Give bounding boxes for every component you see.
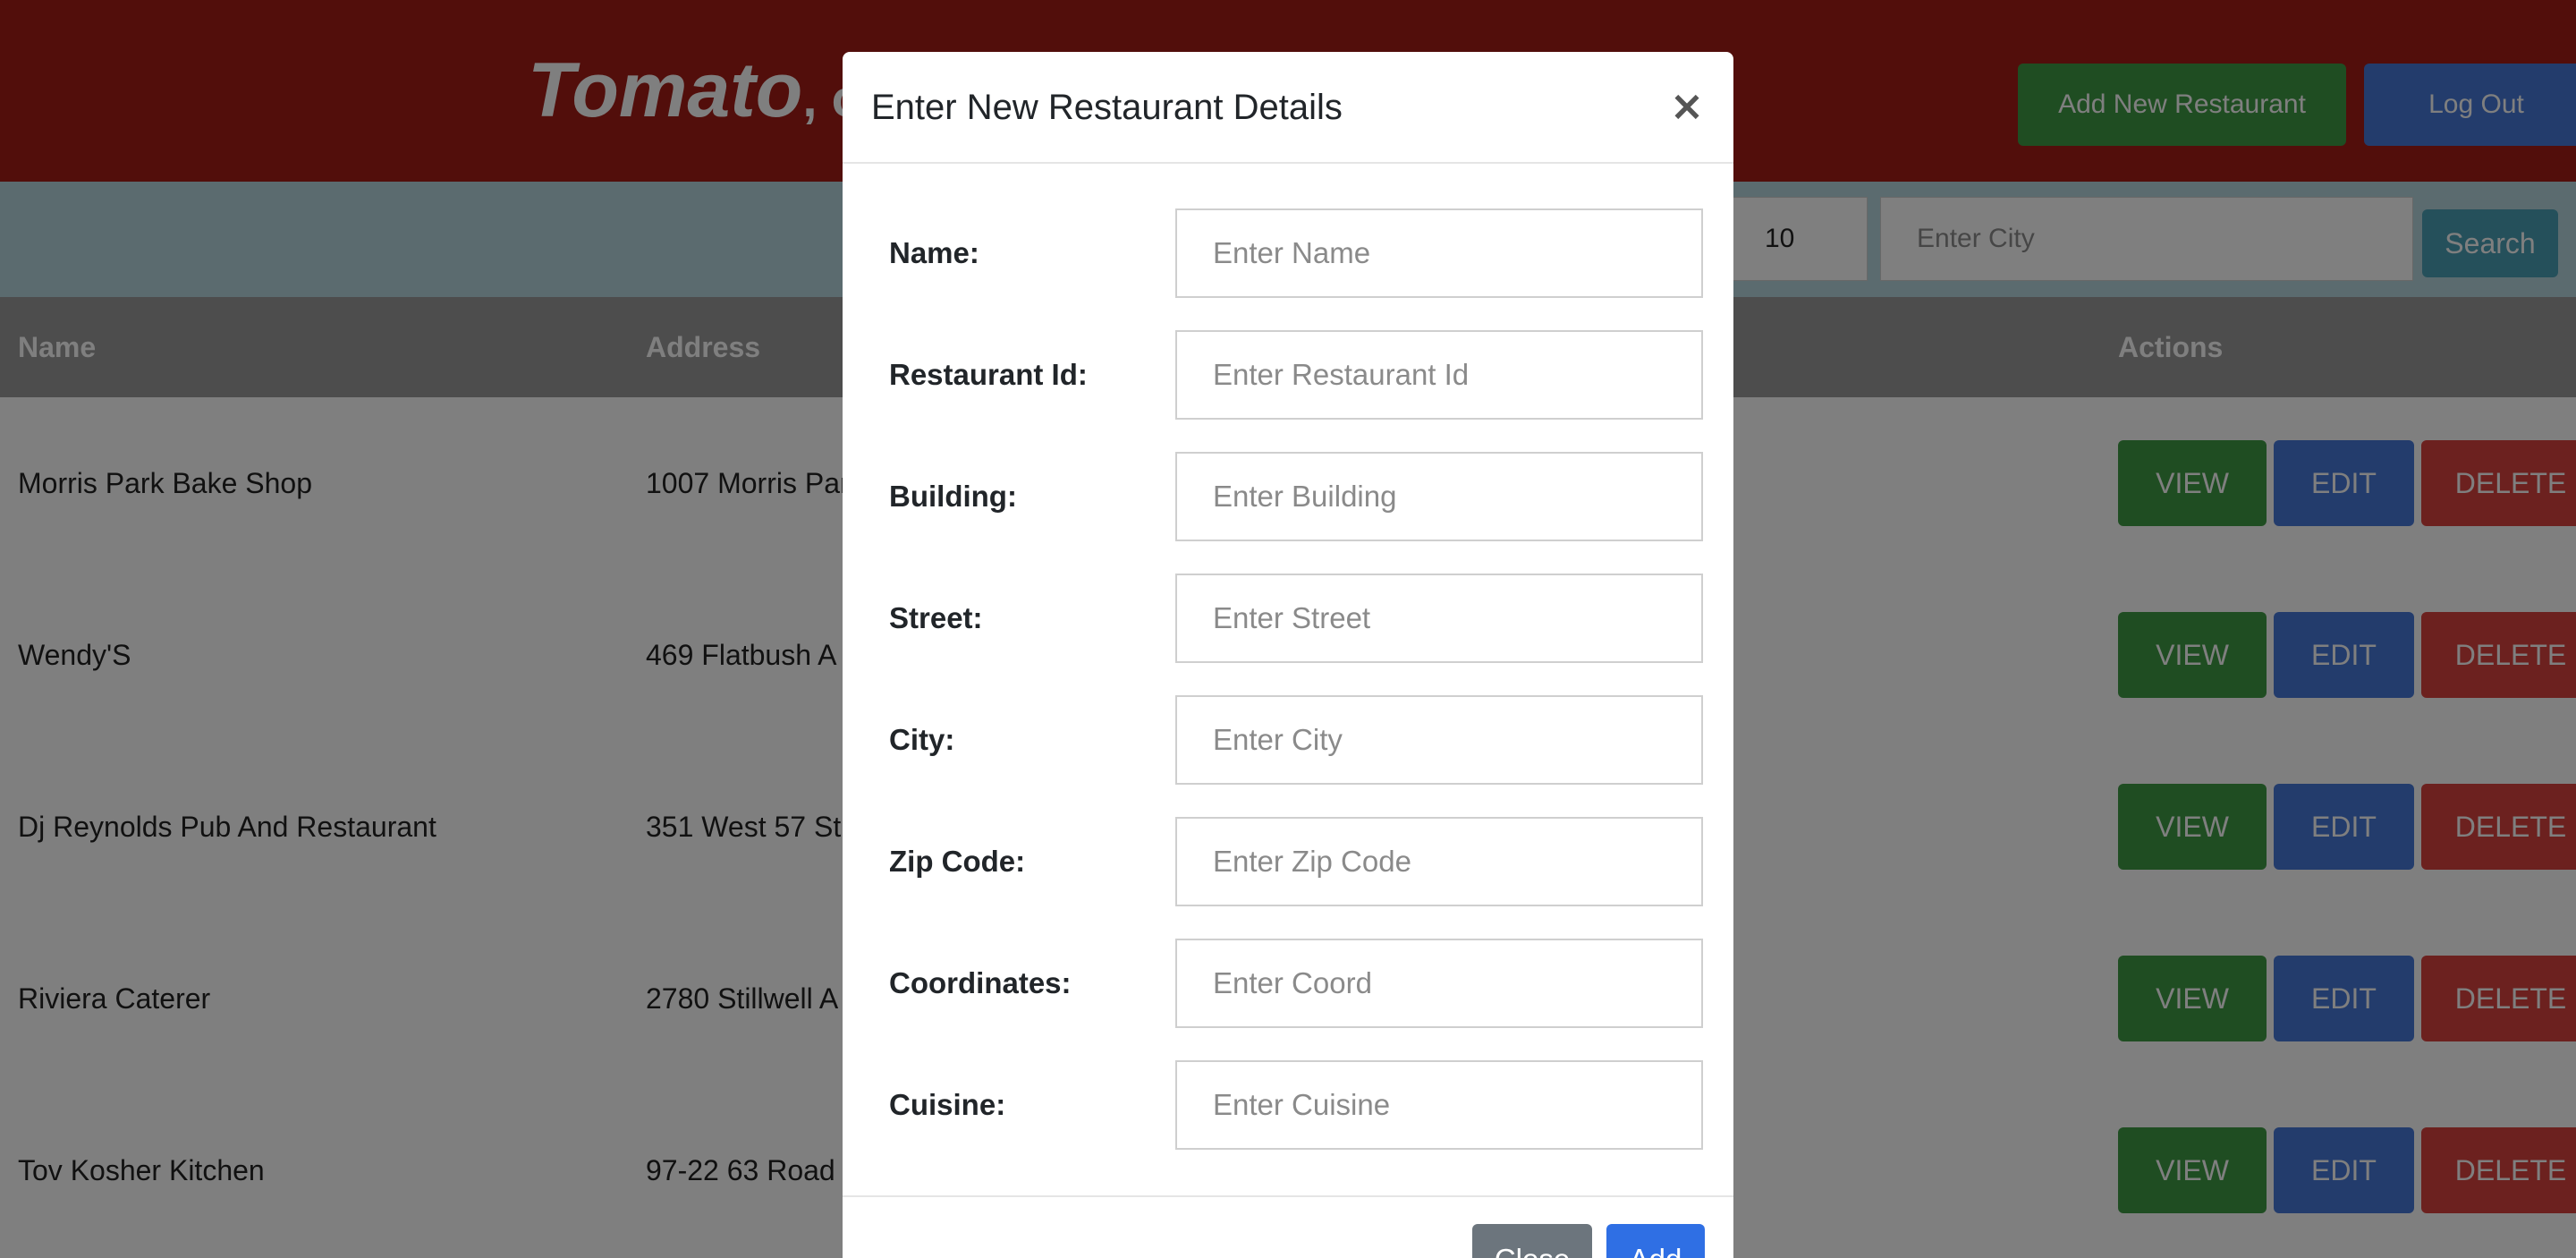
cuisine-label: Cuisine: — [889, 1088, 1006, 1121]
city-input[interactable]: Enter City — [1175, 695, 1703, 785]
form-row-zip-code: Zip Code: Enter Zip Code — [843, 817, 1733, 906]
name-input[interactable]: Enter Name — [1175, 208, 1703, 298]
add-button[interactable]: Add — [1606, 1224, 1705, 1258]
form-row-city: City: Enter City — [843, 695, 1733, 785]
cuisine-input[interactable]: Enter Cuisine — [1175, 1060, 1703, 1150]
form-row-cuisine: Cuisine: Enter Cuisine — [843, 1060, 1733, 1150]
building-input[interactable]: Enter Building — [1175, 452, 1703, 541]
new-restaurant-modal: Enter New Restaurant Details × Name: Ent… — [843, 52, 1733, 1258]
close-button[interactable]: Close — [1472, 1224, 1592, 1258]
form-row-name: Name: Enter Name — [843, 208, 1733, 298]
street-label: Street: — [889, 601, 983, 634]
building-label: Building: — [889, 480, 1017, 513]
restaurant-id-input[interactable]: Enter Restaurant Id — [1175, 330, 1703, 420]
zip-code-input[interactable]: Enter Zip Code — [1175, 817, 1703, 906]
form-row-restaurant-id: Restaurant Id: Enter Restaurant Id — [843, 330, 1733, 420]
street-input[interactable]: Enter Street — [1175, 574, 1703, 663]
close-icon[interactable]: × — [1669, 79, 1705, 132]
form-row-coordinates: Coordinates: Enter Coord — [843, 939, 1733, 1028]
zip-code-label: Zip Code: — [889, 845, 1026, 878]
modal-header: Enter New Restaurant Details × — [843, 52, 1733, 164]
name-label: Name: — [889, 236, 979, 269]
modal-footer: Close Add — [843, 1195, 1733, 1258]
form-row-building: Building: Enter Building — [843, 452, 1733, 541]
coordinates-label: Coordinates: — [889, 966, 1072, 999]
form-row-street: Street: Enter Street — [843, 574, 1733, 663]
modal-title: Enter New Restaurant Details — [871, 88, 1343, 127]
coordinates-input[interactable]: Enter Coord — [1175, 939, 1703, 1028]
city-label: City: — [889, 723, 955, 756]
restaurant-id-label: Restaurant Id: — [889, 358, 1088, 391]
